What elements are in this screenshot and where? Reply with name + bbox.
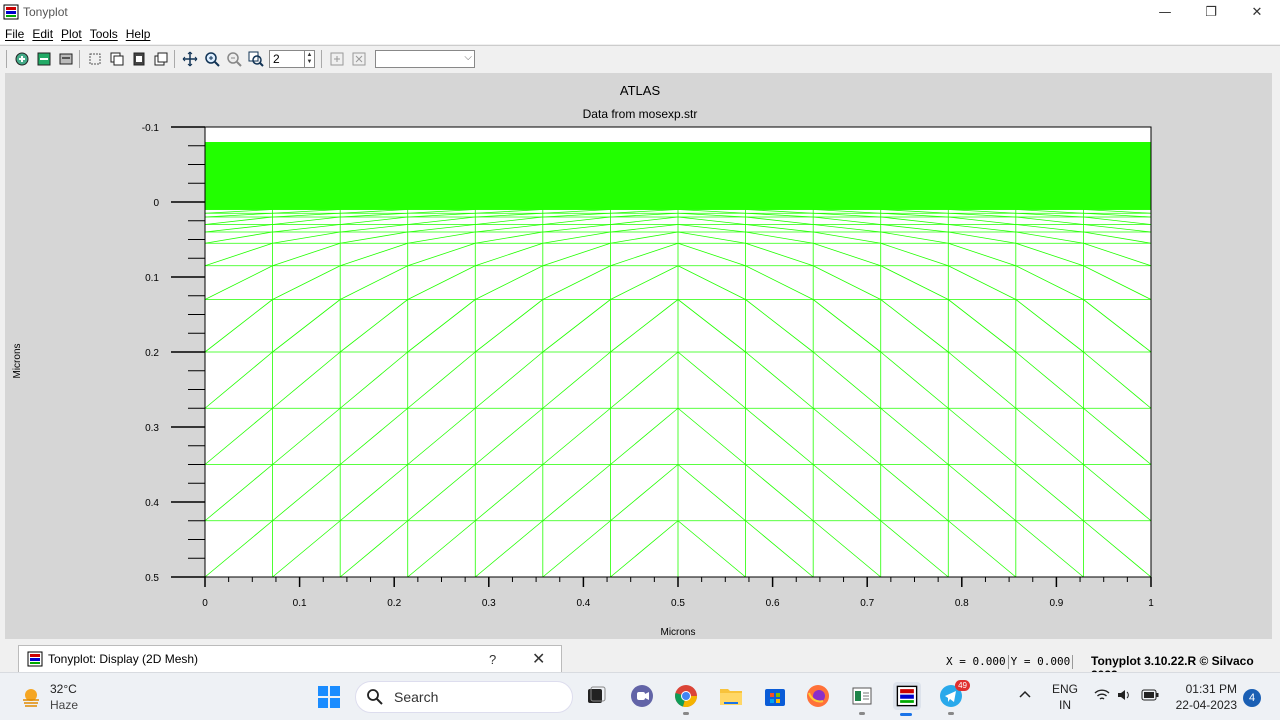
weather-widget[interactable]: 32°C Haze	[20, 681, 78, 713]
x-tick-label: 0.1	[293, 598, 307, 609]
title-bar: Tonyplot — ❐ ✕	[0, 0, 1280, 24]
pan-icon[interactable]	[180, 49, 200, 69]
x-tick-label: 0	[202, 598, 208, 609]
clock-time: 01:31 PM	[1185, 682, 1237, 696]
plot-selector-dropdown[interactable]: ⌵	[375, 49, 475, 68]
print-icon[interactable]	[56, 49, 76, 69]
search-icon	[367, 689, 383, 705]
menu-edit[interactable]: Edit	[32, 27, 53, 41]
load-icon[interactable]	[12, 49, 32, 69]
minimize-button[interactable]: —	[1142, 0, 1188, 24]
weather-desc: Haze	[50, 698, 79, 712]
y-tick-label: 0.5	[145, 573, 159, 584]
stepper-arrows-icon[interactable]: ▲ ▼	[304, 50, 314, 67]
tonyplot-dialog-icon	[27, 651, 43, 667]
menu-bar: File Edit Plot Tools Help	[0, 24, 1280, 44]
toolbar: 2 ▲ ▼ ⌵	[0, 45, 1280, 71]
plot-title: ATLAS	[620, 83, 661, 98]
telegram-icon[interactable]: 49	[938, 680, 970, 715]
dialog-title: Tonyplot: Display (2D Mesh)	[48, 652, 199, 666]
x-tick-label: 0.6	[766, 598, 780, 609]
menu-tools[interactable]: Tools	[90, 27, 118, 41]
windows-start-icon[interactable]	[317, 685, 341, 709]
taskbar: 32°C Haze Search 49 ENG IN 01:31 PM 22-0…	[0, 672, 1280, 720]
clock-date: 22-04-2023	[1175, 698, 1237, 712]
x-tick-label: 0.5	[671, 598, 685, 609]
microsoft-store-icon[interactable]	[762, 683, 788, 709]
plot-subtitle: Data from mosexp.str	[583, 107, 698, 121]
chevron-down-icon: ⌵	[464, 51, 472, 63]
coordinate-readout: X = 0.000 Y = 0.000	[946, 655, 1075, 669]
haze-sun-icon	[23, 689, 39, 707]
telegram-unread-badge: 49	[955, 680, 970, 691]
x-tick-label: 1	[1148, 598, 1154, 609]
language-region: IN	[1059, 698, 1071, 712]
x-tick-label: 0.8	[955, 598, 969, 609]
clock[interactable]: 01:31 PM 22-04-2023	[1171, 681, 1237, 713]
zoom-out-icon[interactable]	[224, 49, 244, 69]
help-button[interactable]: ?	[489, 652, 496, 667]
zoom-in-icon[interactable]	[202, 49, 222, 69]
dialog-close-button[interactable]: ✕	[532, 649, 545, 669]
y-axis-label: Microns	[12, 343, 23, 378]
y-tick-label: -0.1	[142, 123, 160, 134]
zoom-level-stepper[interactable]: 2 ▲ ▼	[269, 49, 315, 68]
paste-icon[interactable]	[129, 49, 149, 69]
search-label: Search	[394, 689, 439, 705]
x-axis-label: Microns	[660, 627, 695, 638]
display-dialog-tab[interactable]: Tonyplot: Display (2D Mesh) ? ✕	[18, 645, 562, 673]
y-tick-label: 0.4	[145, 498, 159, 509]
x-tick-label: 0.9	[1049, 598, 1063, 609]
x-tick-label: 0.2	[387, 598, 401, 609]
chevron-up-icon[interactable]	[1018, 687, 1032, 704]
spreadsheet-app-icon[interactable]	[849, 683, 875, 715]
menu-plot[interactable]: Plot	[61, 27, 82, 41]
tonyplot-taskbar-icon[interactable]	[893, 682, 921, 716]
language-indicator[interactable]: ENG IN	[1052, 681, 1078, 713]
taskbar-search[interactable]: Search	[355, 681, 573, 713]
notification-count-badge[interactable]: 4	[1243, 689, 1261, 707]
weather-temp: 32°C	[50, 682, 77, 696]
y-tick-label: 0.3	[145, 423, 159, 434]
window-title: Tonyplot	[23, 5, 68, 19]
dense-mesh-region	[205, 142, 1151, 210]
volume-icon[interactable]	[1116, 688, 1132, 705]
zoom-level-value: 2	[273, 51, 280, 66]
menu-file[interactable]: File	[5, 27, 24, 41]
mesh-plot: ATLAS Data from mosexp.str Microns Micro…	[12, 83, 1154, 638]
select-icon[interactable]	[85, 49, 105, 69]
copy-icon[interactable]	[107, 49, 127, 69]
task-view-icon[interactable]	[583, 683, 609, 709]
y-tick-label: 0.2	[145, 348, 159, 359]
wifi-icon[interactable]	[1094, 688, 1110, 705]
export-icon[interactable]	[34, 49, 54, 69]
duplicate-icon[interactable]	[151, 49, 171, 69]
y-coordinate: Y = 0.000	[1010, 655, 1071, 668]
x-tick-label: 0.3	[482, 598, 496, 609]
firefox-icon[interactable]	[805, 683, 831, 709]
battery-icon[interactable]	[1141, 689, 1159, 704]
chrome-icon[interactable]	[673, 683, 699, 715]
link-icon[interactable]	[349, 49, 369, 69]
x-tick-label: 0.4	[576, 598, 590, 609]
maximize-button[interactable]: ❐	[1188, 0, 1234, 24]
plot-canvas[interactable]: ATLAS Data from mosexp.str Microns Micro…	[5, 73, 1272, 639]
y-tick-label: 0.1	[145, 273, 159, 284]
x-coordinate: X = 0.000	[946, 655, 1006, 668]
file-explorer-icon[interactable]	[718, 683, 744, 709]
zoom-box-icon[interactable]	[246, 49, 266, 69]
overlay-icon[interactable]	[327, 49, 347, 69]
close-button[interactable]: ✕	[1234, 0, 1280, 24]
tonyplot-app-icon	[3, 4, 19, 20]
x-tick-label: 0.7	[860, 598, 874, 609]
teams-chat-icon[interactable]	[629, 683, 655, 709]
y-tick-label: 0	[153, 198, 159, 209]
menu-help[interactable]: Help	[126, 27, 151, 41]
language-code: ENG	[1052, 682, 1079, 696]
